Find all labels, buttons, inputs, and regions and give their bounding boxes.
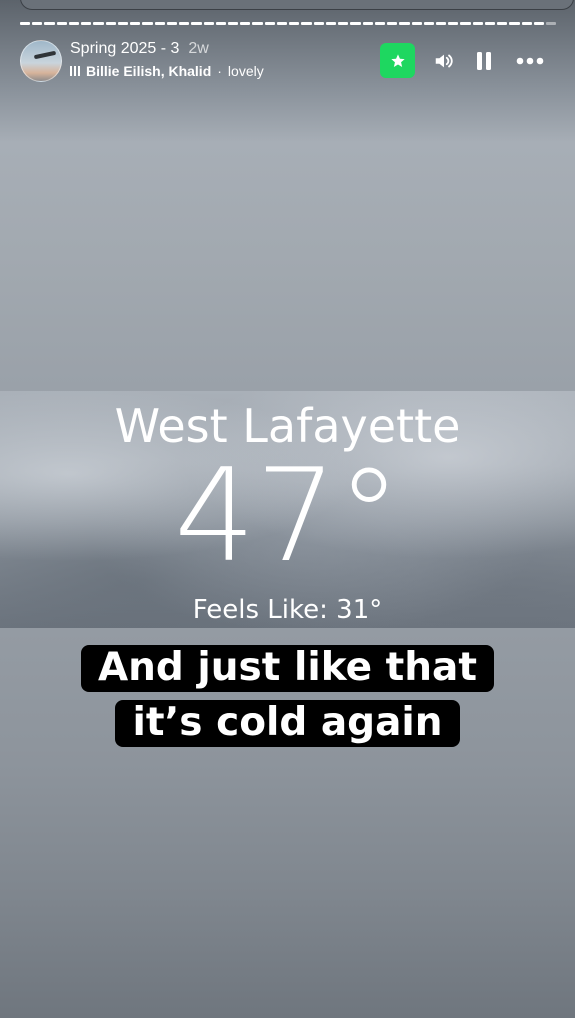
progress-segment bbox=[81, 22, 92, 25]
progress-segment bbox=[497, 22, 508, 25]
progress-segment bbox=[374, 22, 386, 25]
progress-segment bbox=[227, 22, 239, 25]
progress-segment bbox=[117, 22, 129, 25]
speaker-icon bbox=[435, 54, 453, 68]
progress-segment bbox=[191, 22, 202, 25]
progress-segment bbox=[313, 22, 324, 25]
progress-segment bbox=[350, 22, 361, 25]
story-title[interactable]: Spring 2025 - 3 bbox=[70, 40, 179, 58]
progress-segment bbox=[411, 22, 422, 25]
progress-segment bbox=[289, 22, 300, 25]
equalizer-icon bbox=[70, 66, 80, 76]
progress-segment bbox=[20, 22, 31, 25]
weather-temperature: 47° bbox=[174, 442, 401, 591]
progress-segment bbox=[460, 22, 471, 25]
weather-screenshot: West Lafayette 47° Feels Like: 31° bbox=[0, 391, 575, 628]
more-icon bbox=[516, 57, 544, 65]
progress-segment bbox=[448, 22, 459, 25]
progress-segment bbox=[56, 22, 67, 25]
progress-segment bbox=[154, 22, 165, 25]
pause-icon bbox=[477, 52, 491, 70]
progress-segment bbox=[362, 22, 373, 25]
progress-segment bbox=[387, 22, 398, 25]
story-title-line: Spring 2025 - 3 2w bbox=[70, 40, 209, 60]
progress-segment bbox=[399, 22, 410, 25]
music-song: lovely bbox=[227, 63, 264, 79]
airplane-wing-thumbnail bbox=[33, 50, 57, 60]
weather-feels-like: Feels Like: 31° bbox=[192, 595, 383, 625]
progress-segment bbox=[130, 22, 141, 25]
music-artists: Billie Eilish, Khalid bbox=[86, 63, 212, 79]
progress-segment bbox=[521, 22, 532, 25]
progress-segment bbox=[509, 22, 520, 25]
progress-segment bbox=[93, 22, 104, 25]
story-header: Spring 2025 - 3 2w Billie Eilish, Khalid… bbox=[20, 40, 555, 84]
progress-segment bbox=[484, 22, 496, 25]
more-options-button[interactable] bbox=[515, 49, 545, 73]
story-progress-bar bbox=[20, 22, 557, 25]
progress-segment bbox=[435, 22, 447, 25]
avatar[interactable] bbox=[20, 40, 62, 82]
progress-segment bbox=[546, 22, 557, 25]
progress-segment bbox=[68, 22, 80, 25]
volume-button[interactable] bbox=[432, 49, 456, 73]
progress-segment bbox=[240, 22, 251, 25]
progress-segment bbox=[338, 22, 349, 25]
progress-segment bbox=[252, 22, 263, 25]
star-icon bbox=[390, 53, 405, 67]
progress-segment bbox=[325, 22, 337, 25]
progress-segment bbox=[533, 22, 545, 25]
progress-segment bbox=[472, 22, 483, 25]
close-friends-badge[interactable] bbox=[380, 43, 415, 78]
story-age: 2w bbox=[188, 40, 209, 57]
story-caption: And just like that it’s cold again bbox=[0, 640, 575, 750]
progress-segment bbox=[142, 22, 153, 25]
progress-segment bbox=[215, 22, 226, 25]
progress-segment bbox=[105, 22, 116, 25]
progress-segment bbox=[203, 22, 214, 25]
music-sticker[interactable]: Billie Eilish, Khalid · lovely bbox=[70, 63, 264, 79]
progress-segment bbox=[301, 22, 312, 25]
progress-segment bbox=[179, 22, 190, 25]
music-separator: · bbox=[217, 63, 222, 79]
progress-segment bbox=[423, 22, 434, 25]
pause-button[interactable] bbox=[472, 49, 496, 73]
previous-story-edge bbox=[20, 0, 574, 10]
progress-segment bbox=[32, 22, 43, 25]
caption-line-1: And just like that bbox=[80, 645, 495, 692]
progress-segment bbox=[276, 22, 288, 25]
progress-segment bbox=[166, 22, 178, 25]
progress-segment bbox=[44, 22, 55, 25]
progress-segment bbox=[264, 22, 275, 25]
caption-line-2: it’s cold again bbox=[115, 700, 460, 747]
